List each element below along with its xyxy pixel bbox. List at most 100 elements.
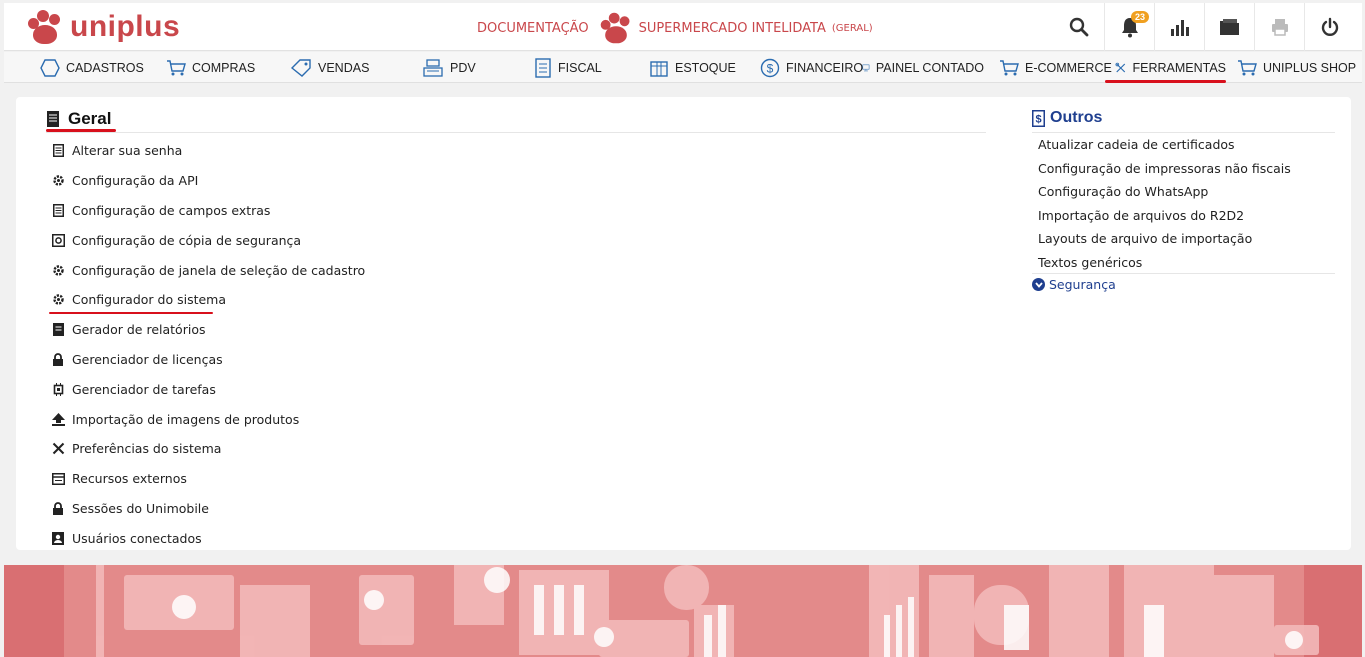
uniplus-logo[interactable]: uniplus xyxy=(26,9,180,45)
menu-item-ferramentas[interactable]: FERRAMENTAS xyxy=(1105,52,1226,83)
list-item[interactable]: Gerenciador de licenças xyxy=(51,345,451,375)
list-item[interactable]: Configuração da API xyxy=(51,166,451,196)
dollar-icon: $ xyxy=(760,58,780,77)
list-item-label: Sessões do Unimobile xyxy=(72,500,209,516)
logo-text: uniplus xyxy=(70,10,181,43)
reports-button[interactable] xyxy=(1154,3,1204,51)
list-item[interactable]: Configuração de janela de seleção de cad… xyxy=(51,255,451,285)
power-icon xyxy=(1321,17,1338,36)
user-icon xyxy=(51,531,65,545)
backup-icon xyxy=(51,233,65,247)
cart-icon xyxy=(1000,59,1019,75)
menu-label: E-COMMERCE xyxy=(1025,60,1112,75)
seguranca-label: Segurança xyxy=(1049,277,1116,292)
menu-label: ESTOQUE xyxy=(675,60,736,75)
menu-label: VENDAS xyxy=(318,60,370,75)
top-icons: 23 xyxy=(1054,3,1354,51)
folder-icon xyxy=(1219,19,1239,35)
menu-item-financeiro[interactable]: $ FINANCEIRO xyxy=(760,52,863,83)
divider xyxy=(46,132,986,133)
list-item-label: Importação de imagens de produtos xyxy=(72,411,300,427)
outros-section-title: $ Outros xyxy=(1032,109,1102,127)
menu-item-compras[interactable]: COMPRAS xyxy=(166,52,255,83)
list-item[interactable]: Gerador de relatórios xyxy=(51,315,451,345)
list-item-label: Preferências do sistema xyxy=(72,441,222,457)
list-item[interactable]: Usuários conectados xyxy=(51,523,451,553)
menu-item-estoque[interactable]: ESTOQUE xyxy=(649,52,736,83)
documentation-link[interactable]: DOCUMENTAÇÃO xyxy=(477,21,589,36)
list-item[interactable]: Layouts de arquivo de importação xyxy=(1038,227,1338,251)
menu-item-vendas[interactable]: VENDAS xyxy=(290,52,369,83)
document-icon xyxy=(47,111,59,127)
list-item[interactable]: Recursos externos xyxy=(51,464,451,494)
list-item[interactable]: Configuração de cópia de segurança xyxy=(51,225,451,255)
notification-badge: 23 xyxy=(1131,11,1150,23)
gear-icon xyxy=(51,293,65,307)
print-icon xyxy=(1271,19,1288,36)
menu-label: PDV xyxy=(450,60,476,75)
menu-item-pdv[interactable]: PDV xyxy=(422,52,476,83)
list-icon xyxy=(51,472,65,486)
outros-title: Outros xyxy=(1050,109,1103,126)
divider xyxy=(1032,273,1335,274)
finance-illustration xyxy=(4,565,1362,657)
hexagon-icon xyxy=(40,58,60,77)
list-item-label: Gerenciador de licenças xyxy=(72,351,223,367)
box-icon xyxy=(650,60,668,77)
menu-item-cadastros[interactable]: CADASTROS xyxy=(40,52,144,83)
seguranca-toggle[interactable]: Segurança xyxy=(1032,277,1116,292)
list-item-label: Configurador do sistema xyxy=(72,292,227,308)
list-item[interactable]: Atualizar cadeia de certificados xyxy=(1038,133,1338,157)
list-item[interactable]: Preferências do sistema xyxy=(51,434,451,464)
menu-label: FISCAL xyxy=(558,60,602,75)
tools-icon xyxy=(1115,62,1126,72)
logout-button[interactable] xyxy=(1304,3,1354,51)
list-item[interactable]: Importação de arquivos do R2D2 xyxy=(1038,204,1338,228)
list-item[interactable]: Configuração de impressoras não fiscais xyxy=(1038,157,1338,181)
list-item[interactable]: Sessões do Unimobile xyxy=(51,494,451,524)
list-item[interactable]: Configuração do WhatsApp xyxy=(1038,180,1338,204)
receipt-dollar-icon: $ xyxy=(1032,109,1045,127)
company-info: DOCUMENTAÇÃO SUPERMERCADO INTELIDATA (GE… xyxy=(477,12,873,44)
list-item-label: Alterar sua senha xyxy=(72,143,183,159)
list-item[interactable]: Gerenciador de tarefas xyxy=(51,374,451,404)
list-item-configurador[interactable]: Configurador do sistema xyxy=(49,285,451,315)
monitor-icon xyxy=(862,64,870,71)
decorative-banner xyxy=(4,565,1362,657)
svg-text:$: $ xyxy=(1035,113,1041,125)
chip-icon xyxy=(51,382,65,396)
list-item-label: Configuração de janela de seleção de cad… xyxy=(72,262,366,278)
files-button[interactable] xyxy=(1204,3,1254,51)
menu-item-ecommerce[interactable]: E-COMMERCE xyxy=(999,52,1112,83)
top-header: uniplus DOCUMENTAÇÃO SUPERMERCADO INTELI… xyxy=(4,3,1362,51)
tag-icon xyxy=(290,58,311,77)
lock-icon xyxy=(51,352,65,366)
document-icon xyxy=(535,57,551,78)
gear-icon xyxy=(51,174,65,188)
lock-icon xyxy=(51,501,65,515)
list-item-label: Usuários conectados xyxy=(72,530,202,546)
list-item[interactable]: Textos genéricos xyxy=(1038,251,1338,275)
list-item-label: Configuração da API xyxy=(72,173,199,189)
chart-icon xyxy=(1170,20,1189,36)
search-button[interactable] xyxy=(1054,3,1104,51)
register-icon xyxy=(423,58,443,77)
svg-text:$: $ xyxy=(767,61,774,75)
print-button[interactable] xyxy=(1254,3,1304,51)
geral-list: Alterar sua senha Configuração da API Co… xyxy=(49,136,451,553)
menu-label: UNIPLUS SHOP xyxy=(1263,60,1357,75)
upload-icon xyxy=(51,412,65,426)
notifications-button[interactable]: 23 xyxy=(1104,3,1154,51)
list-item[interactable]: Configuração de campos extras xyxy=(51,196,451,226)
geral-title: Geral xyxy=(68,109,112,128)
menu-item-painel-contador[interactable]: PAINEL CONTADO xyxy=(862,52,984,83)
menu-label: COMPRAS xyxy=(192,60,256,75)
list-item[interactable]: Importação de imagens de produtos xyxy=(51,404,451,434)
menu-item-fiscal[interactable]: FISCAL xyxy=(534,52,602,83)
company-name[interactable]: SUPERMERCADO INTELIDATA xyxy=(639,21,826,36)
outros-list: Atualizar cadeia de certificados Configu… xyxy=(1038,133,1338,274)
menu-item-uniplus-shop[interactable]: UNIPLUS SHOP xyxy=(1237,52,1356,83)
document-icon xyxy=(51,144,65,158)
main-menu: CADASTROS COMPRAS VENDAS PDV FISCAL ESTO… xyxy=(4,52,1362,83)
list-item[interactable]: Alterar sua senha xyxy=(51,136,451,166)
